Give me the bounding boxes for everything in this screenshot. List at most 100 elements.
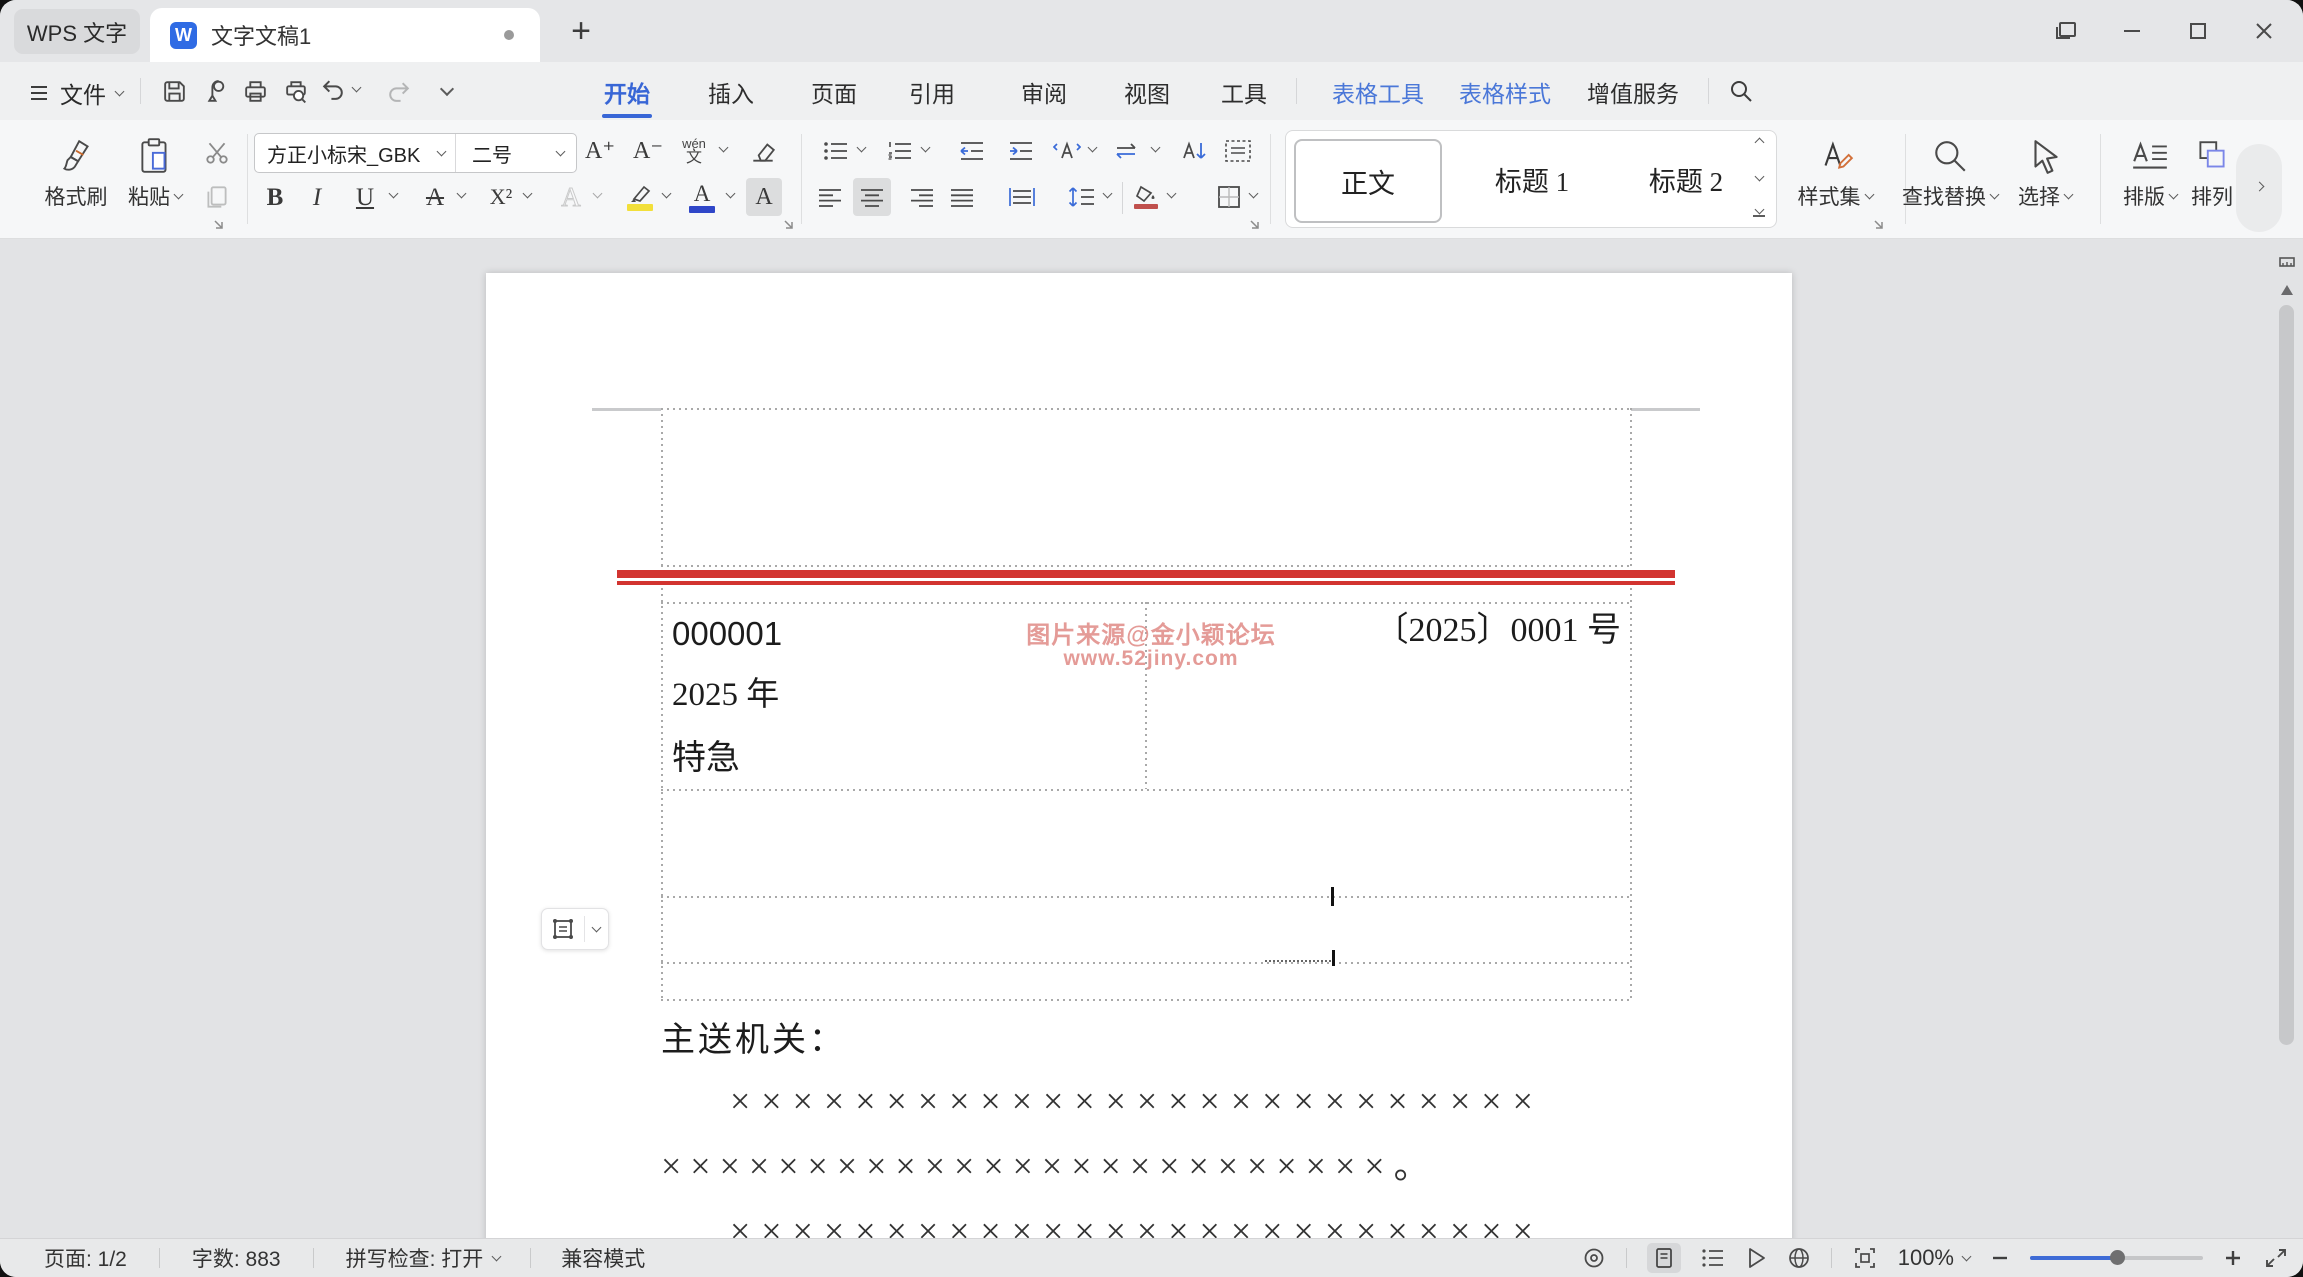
clear-format-button[interactable] (744, 132, 782, 170)
print-button[interactable] (240, 76, 270, 106)
align-center-button[interactable] (853, 178, 891, 216)
highlight-color-button[interactable] (621, 178, 659, 216)
tab-home[interactable]: 开始 (602, 70, 652, 114)
page-indicator[interactable]: 页面: 1/2 (44, 1243, 127, 1273)
chevron-down-icon[interactable] (593, 189, 603, 199)
gallery-expand-icon[interactable] (1753, 210, 1765, 217)
superscript-button[interactable]: X² (482, 178, 520, 216)
qat-customize-button[interactable] (432, 76, 462, 106)
chevron-down-icon[interactable] (1167, 189, 1177, 199)
spellcheck-status[interactable]: 拼写检查: 打开 (346, 1243, 501, 1273)
shrink-font-button[interactable]: A⁻ (629, 132, 667, 170)
style-heading1[interactable]: 标题 1 (1462, 139, 1602, 219)
print-preview-button[interactable] (281, 76, 311, 106)
read-mode-icon[interactable] (1745, 1246, 1767, 1270)
character-scale-button[interactable] (1048, 132, 1086, 170)
chevron-down-icon[interactable] (1088, 143, 1098, 153)
tab-tools[interactable]: 工具 (1219, 70, 1269, 114)
styles-dialog-launcher-icon[interactable] (1872, 218, 1886, 232)
gallery-scroll-down-icon[interactable] (1754, 171, 1764, 181)
shading-button[interactable] (1127, 178, 1165, 216)
bullet-list-button[interactable] (818, 132, 854, 170)
chevron-down-icon[interactable] (1103, 189, 1113, 199)
zoom-out-icon[interactable] (1990, 1248, 2010, 1268)
text-effects-button[interactable]: A (554, 178, 588, 216)
find-replace-button[interactable]: 查找替换 (1895, 128, 2005, 211)
chevron-down-icon[interactable] (457, 189, 467, 199)
character-shading-button[interactable]: A (746, 178, 782, 216)
paste-button[interactable]: 粘贴 (113, 128, 197, 211)
chevron-down-icon[interactable] (523, 189, 533, 199)
chevron-down-icon[interactable] (719, 143, 729, 153)
tab-insert[interactable]: 插入 (706, 70, 756, 114)
align-left-button[interactable] (811, 178, 849, 216)
ribbon-search-button[interactable] (1726, 76, 1756, 106)
style-heading2[interactable]: 标题 2 (1616, 139, 1756, 219)
new-tab-button[interactable]: + (560, 10, 602, 52)
document-tab[interactable]: W 文字文稿1 (150, 8, 540, 62)
chevron-down-icon[interactable] (389, 189, 399, 199)
style-set-button[interactable]: 样式集 (1790, 128, 1880, 211)
tab-table-tools[interactable]: 表格工具 (1331, 70, 1425, 114)
grow-font-button[interactable]: A⁺ (581, 132, 619, 170)
outline-view-icon[interactable] (1701, 1247, 1725, 1269)
chevron-down-icon[interactable] (857, 143, 867, 153)
paragraph-dialog-launcher-icon[interactable] (1248, 218, 1262, 232)
tab-review[interactable]: 审阅 (1019, 70, 1069, 114)
chevron-down-icon[interactable] (726, 189, 736, 199)
decrease-indent-button[interactable] (954, 132, 990, 170)
export-pdf-button[interactable] (200, 76, 230, 106)
distribute-button[interactable] (1003, 178, 1041, 216)
line-spacing-button[interactable] (1063, 178, 1101, 216)
zoom-in-icon[interactable] (2223, 1248, 2243, 1268)
chevron-down-icon[interactable] (1249, 189, 1259, 199)
increase-indent-button[interactable] (1003, 132, 1039, 170)
clipboard-dialog-launcher-icon[interactable] (212, 218, 226, 232)
zoom-slider[interactable] (2030, 1256, 2203, 1260)
underline-button[interactable]: U (348, 178, 382, 216)
table-tool-handle[interactable] (541, 908, 609, 950)
multi-window-button[interactable] (2033, 0, 2099, 62)
wps-app-button[interactable]: WPS 文字 (14, 9, 140, 54)
bold-button[interactable]: B (258, 178, 292, 216)
cut-button[interactable] (199, 134, 235, 172)
paragraph-layout-button[interactable] (1219, 132, 1257, 170)
chevron-down-icon[interactable] (1151, 143, 1161, 153)
font-dialog-launcher-icon[interactable] (782, 218, 796, 232)
justify-button[interactable] (943, 178, 981, 216)
expand-ribbon-button[interactable] (2236, 144, 2282, 232)
copy-button[interactable] (199, 178, 235, 216)
redo-button[interactable] (383, 76, 413, 106)
borders-button[interactable] (1210, 178, 1248, 216)
minimize-button[interactable] (2099, 0, 2165, 62)
save-button[interactable] (159, 76, 189, 106)
zoom-level[interactable]: 100% (1898, 1245, 1970, 1271)
strikethrough-button[interactable]: A (418, 178, 452, 216)
chevron-down-icon[interactable] (662, 189, 672, 199)
page-view-button[interactable] (1647, 1243, 1681, 1273)
ruler-toggle-icon[interactable] (2278, 253, 2296, 271)
chevron-down-icon[interactable] (921, 143, 931, 153)
font-size-select[interactable]: 二号 (455, 134, 576, 172)
tab-reference[interactable]: 引用 (907, 70, 957, 114)
convert-swap-button[interactable] (1106, 132, 1146, 170)
font-family-select[interactable]: 方正小标宋_GBK 二号 (254, 133, 577, 173)
undo-button[interactable] (320, 76, 360, 103)
vertical-scrollbar[interactable] (2279, 305, 2294, 1045)
gallery-scroll-up-icon[interactable] (1754, 138, 1764, 148)
tab-page[interactable]: 页面 (809, 70, 859, 114)
style-normal[interactable]: 正文 (1294, 139, 1442, 223)
fit-page-icon[interactable] (1852, 1246, 1878, 1270)
document-page[interactable]: 000001 2025 年 特急 〔2025〕0001 号 图片来源@金小颖论坛… (486, 273, 1792, 1238)
font-color-button[interactable]: A (683, 178, 721, 216)
web-layout-icon[interactable] (1787, 1246, 1811, 1270)
word-count[interactable]: 字数: 883 (192, 1243, 281, 1273)
sort-button[interactable] (1175, 132, 1213, 170)
zoom-slider-thumb[interactable] (2110, 1250, 2125, 1265)
document-canvas[interactable]: 000001 2025 年 特急 〔2025〕0001 号 图片来源@金小颖论坛… (0, 239, 2303, 1238)
format-painter-button[interactable]: 格式刷 (34, 128, 118, 211)
tab-premium-services[interactable]: 增值服务 (1586, 70, 1680, 114)
italic-button[interactable]: I (300, 178, 334, 216)
scroll-up-arrow-icon[interactable] (2279, 283, 2295, 297)
align-right-button[interactable] (903, 178, 941, 216)
